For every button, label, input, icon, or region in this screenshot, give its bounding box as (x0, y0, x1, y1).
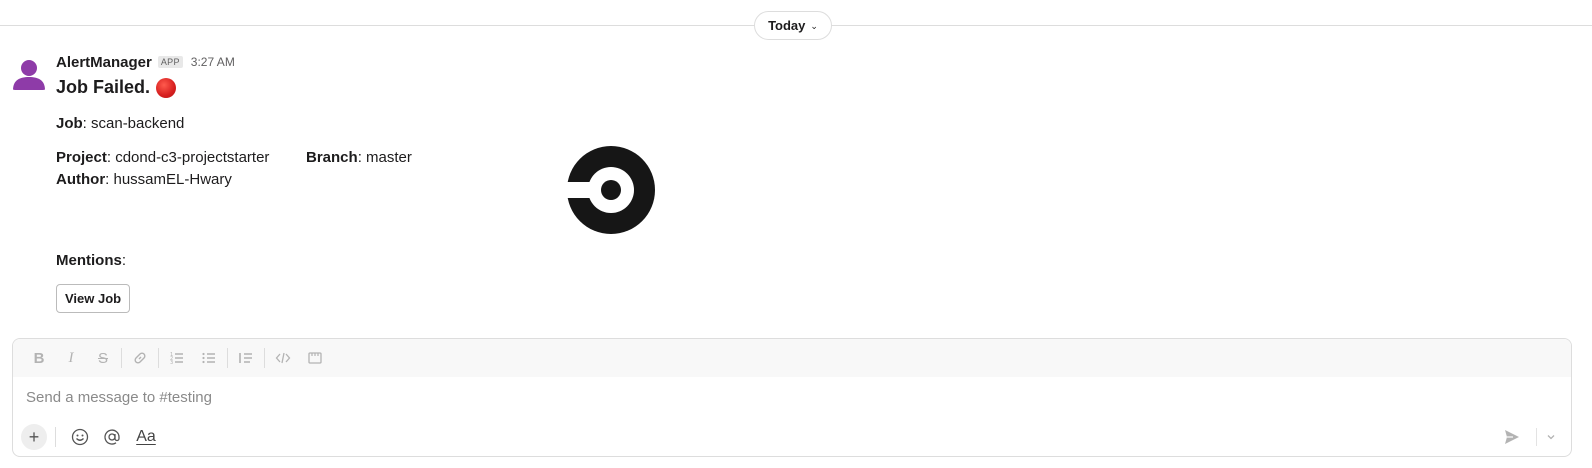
field-author-label: Author (56, 171, 106, 188)
formatting-toolbar: B I S 123 (13, 339, 1571, 377)
toolbar-divider (121, 348, 122, 368)
app-badge: APP (157, 56, 183, 68)
circleci-logo-icon (567, 146, 655, 234)
toolbar-divider (227, 348, 228, 368)
date-divider-label: Today (768, 18, 806, 33)
text-format-icon[interactable]: Aa (132, 423, 160, 451)
italic-icon[interactable]: I (55, 344, 87, 372)
field-author: Author: hussamEL-Hwary (56, 171, 232, 188)
message-title-text: Job Failed. (56, 77, 151, 97)
ordered-list-icon[interactable]: 123 (161, 344, 193, 372)
emoji-icon[interactable] (66, 423, 94, 451)
send-icon[interactable] (1498, 423, 1526, 451)
message-header: AlertManager APP 3:27 AM (56, 53, 235, 71)
send-divider (1536, 428, 1537, 446)
plus-icon[interactable]: + (21, 424, 47, 450)
field-mentions: Mentions: (56, 252, 126, 269)
actions-divider (55, 427, 56, 447)
user-icon (13, 60, 45, 90)
strikethrough-icon[interactable]: S (87, 344, 119, 372)
field-branch-value: : master (357, 149, 412, 166)
field-job-label: Job (56, 115, 83, 132)
send-area (1498, 423, 1563, 451)
message-timestamp[interactable]: 3:27 AM (191, 55, 235, 69)
chevron-down-icon[interactable] (1543, 423, 1559, 451)
field-job-value: : scan-backend (82, 115, 185, 132)
blockquote-icon[interactable] (230, 344, 262, 372)
toolbar-divider (264, 348, 265, 368)
field-branch: Branch: master (306, 149, 412, 166)
circleci-logo[interactable] (567, 146, 655, 234)
field-project-label: Project (56, 149, 107, 166)
field-mentions-label: Mentions (56, 252, 122, 269)
message-composer: B I S 123 Send a message to #testing + A… (12, 338, 1572, 457)
field-mentions-value: : (121, 252, 127, 269)
chevron-down-icon: ⌄ (810, 20, 818, 31)
sender-name[interactable]: AlertManager (56, 54, 152, 71)
field-job: Job: scan-backend (56, 115, 184, 132)
field-project: Project: cdond-c3-projectstarter (56, 149, 269, 166)
link-icon[interactable] (124, 344, 156, 372)
avatar[interactable] (11, 54, 47, 90)
field-project-value: : cdond-c3-projectstarter (106, 149, 270, 166)
bold-icon[interactable]: B (23, 344, 55, 372)
message-title: Job Failed. (56, 77, 177, 98)
bulleted-list-icon[interactable] (193, 344, 225, 372)
code-block-icon[interactable] (299, 344, 331, 372)
view-job-button[interactable]: View Job (56, 284, 131, 313)
red-circle-icon (156, 77, 177, 98)
mention-icon[interactable] (98, 423, 126, 451)
message-input[interactable]: Send a message to #testing (26, 389, 212, 406)
field-branch-label: Branch (306, 149, 358, 166)
composer-actions: + Aa (13, 419, 1571, 455)
field-author-value: : hussamEL-Hwary (105, 171, 232, 188)
svg-text:3: 3 (170, 360, 173, 366)
toolbar-divider (158, 348, 159, 368)
date-divider-button[interactable]: Today ⌄ (754, 11, 832, 40)
code-icon[interactable] (267, 344, 299, 372)
